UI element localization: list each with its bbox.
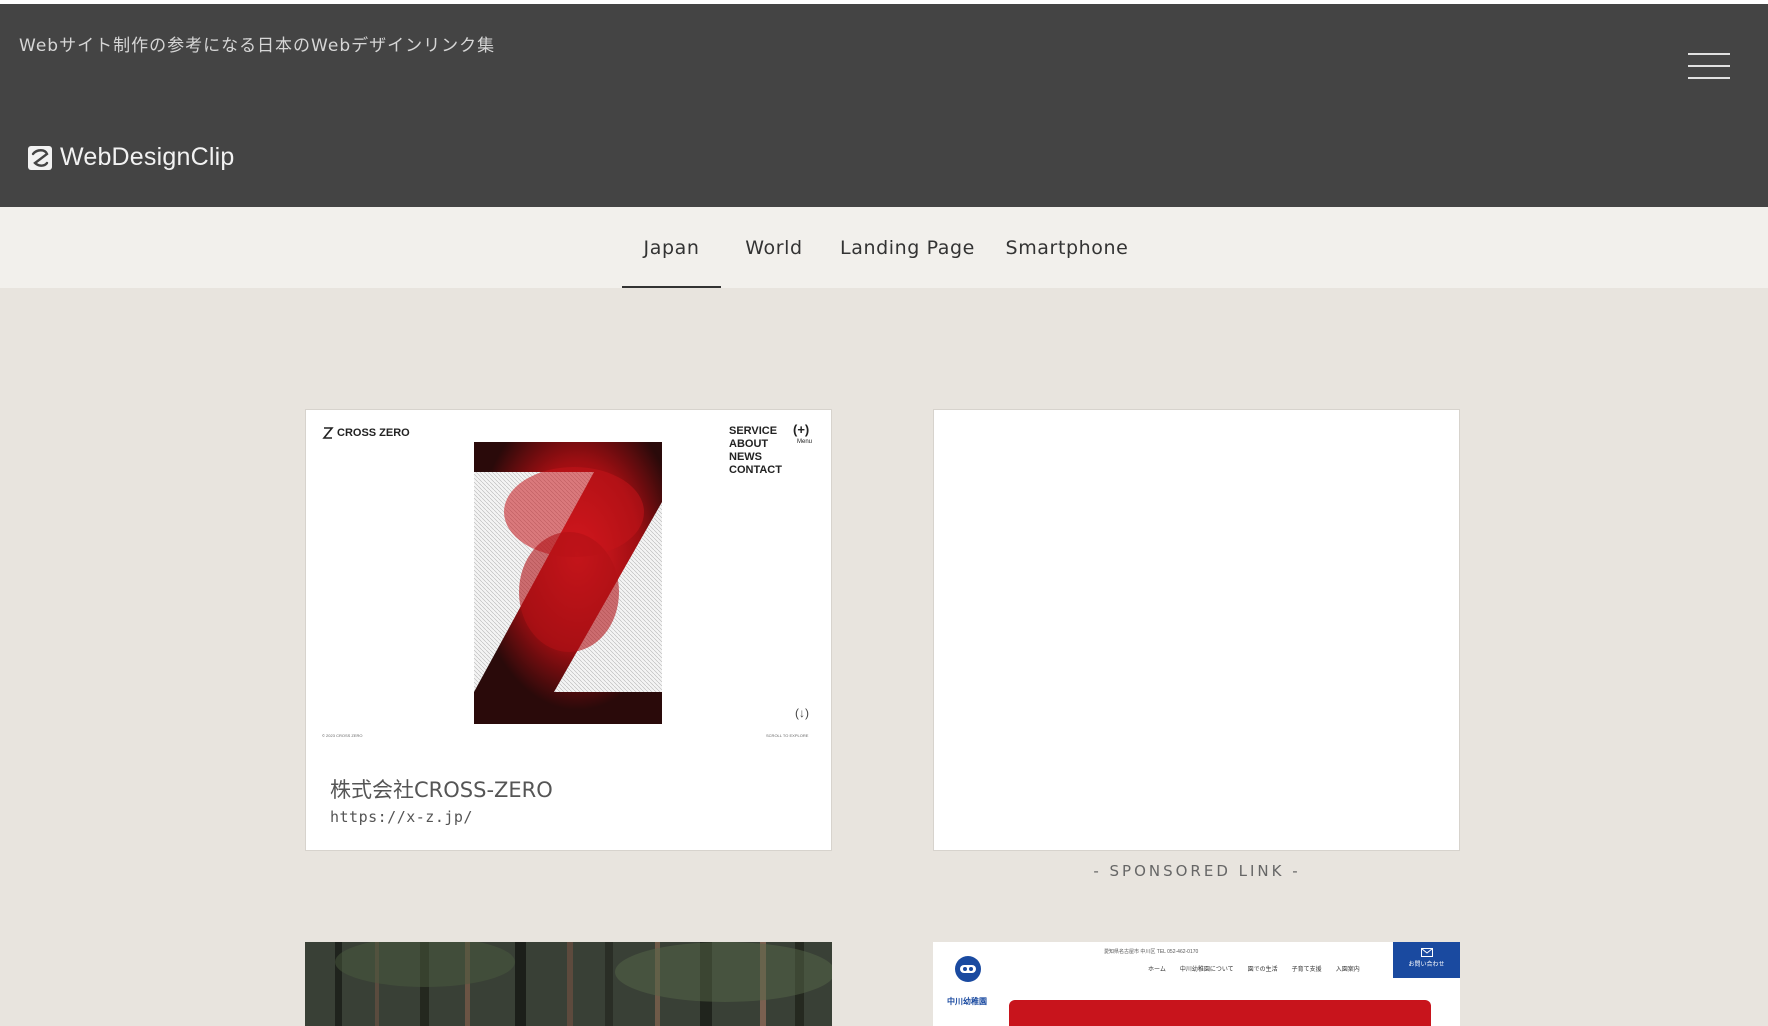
school-logo-icon — [955, 956, 981, 982]
school-name: 中川幼稚園 — [947, 997, 987, 1006]
site-tagline: Webサイト制作の参考になる日本のWebデザインリンク集 — [19, 36, 496, 56]
site-url[interactable]: https://x-z.jp/ — [330, 808, 473, 826]
sponsored-label: - SPONSORED LINK - — [1093, 862, 1301, 880]
forest-image — [305, 942, 832, 1026]
contact-button[interactable]: お問い合わせ — [1393, 942, 1460, 978]
thumb-scroll-label: SCROLL TO EXPLORE — [766, 733, 809, 738]
site-card[interactable]: 愛知県名古屋市 中川区 TEL 052-462-0170 ホーム 中川幼稚園につ… — [933, 942, 1460, 1026]
tab-world[interactable]: World — [736, 207, 812, 288]
cross-zero-logo-icon — [322, 427, 334, 439]
mail-icon — [1420, 948, 1433, 957]
hamburger-menu-icon[interactable] — [1688, 51, 1730, 85]
site-thumbnail[interactable]: CROSS ZERO SERVICE ABOUT NEWS CONTACT (+… — [306, 410, 831, 748]
thumb-scroll-arrow: (↓) — [795, 706, 809, 720]
thumb-brand: CROSS ZERO — [322, 426, 410, 440]
site-card[interactable]: CROSS ZERO SERVICE ABOUT NEWS CONTACT (+… — [305, 409, 832, 851]
tab-landing-page[interactable]: Landing Page — [838, 207, 977, 288]
site-title[interactable]: 株式会社CROSS-ZERO — [330, 774, 553, 804]
thumb-menu: ホーム 中川幼稚園について 園での生活 子育て支援 入園案内 — [1148, 967, 1360, 973]
site-card[interactable] — [305, 942, 832, 1026]
site-logo[interactable]: WebDesignClip — [28, 143, 234, 172]
thumb-menu-label: Menu — [797, 439, 813, 445]
category-nav: Japan World Landing Page Smartphone — [0, 207, 1768, 288]
hero-image — [1009, 1000, 1431, 1026]
thumb-copyright: © 2023 CROSS ZERO — [322, 733, 363, 738]
thumb-plus: (+) — [793, 422, 810, 437]
site-thumbnail[interactable]: 愛知県名古屋市 中川区 TEL 052-462-0170 ホーム 中川幼稚園につ… — [933, 942, 1460, 1026]
logo-mark-icon — [28, 145, 52, 170]
site-header: Webサイト制作の参考になる日本のWebデザインリンク集 WebDesignCl… — [0, 4, 1768, 207]
z-graphic — [474, 442, 662, 724]
site-thumbnail[interactable] — [305, 942, 832, 1026]
tab-smartphone[interactable]: Smartphone — [1006, 207, 1128, 288]
ad-slot[interactable] — [933, 409, 1460, 851]
logo-text: WebDesignClip — [60, 143, 235, 171]
thumb-menu: SERVICE ABOUT NEWS CONTACT — [729, 425, 782, 476]
thumb-topline: 愛知県名古屋市 中川区 TEL 052-462-0170 — [1104, 949, 1199, 955]
tab-japan[interactable]: Japan — [622, 207, 721, 288]
